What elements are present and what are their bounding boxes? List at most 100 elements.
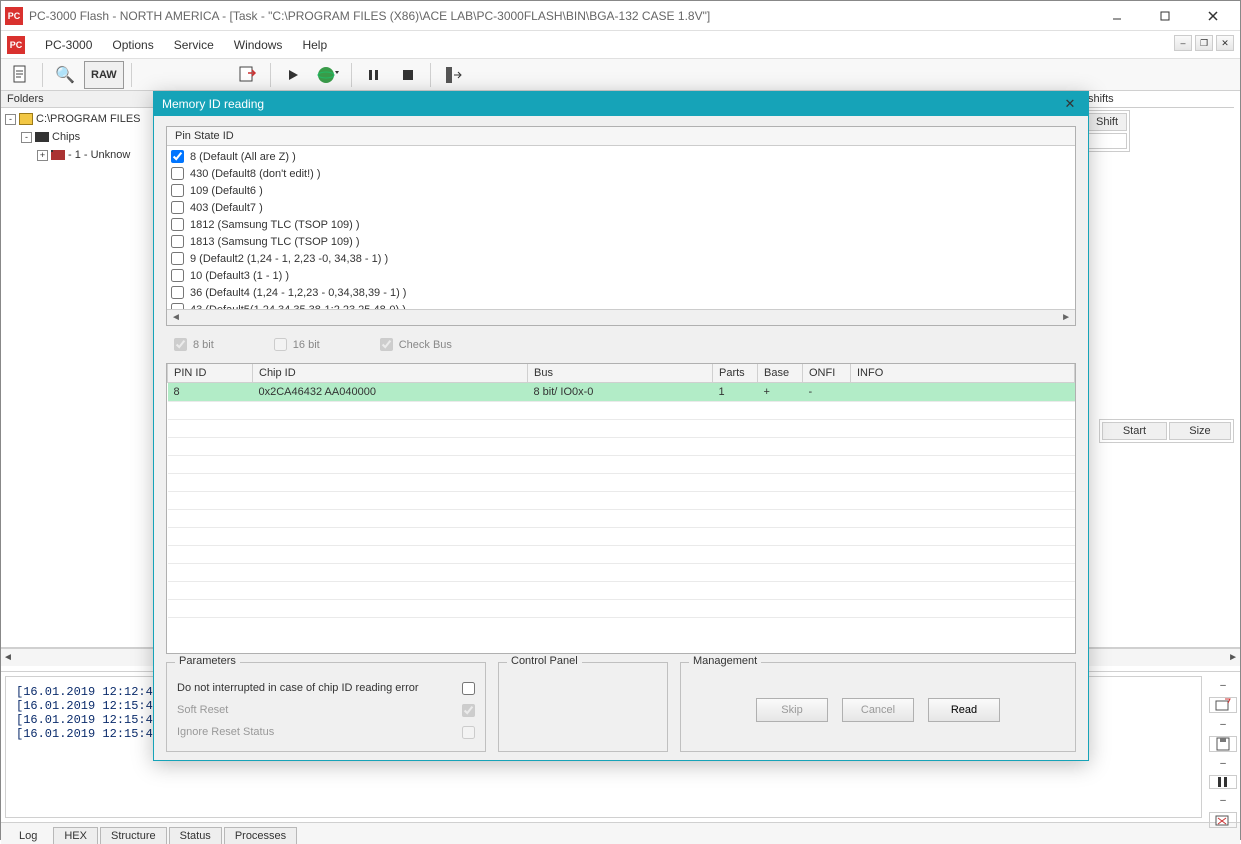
opt-checkbus-checkbox[interactable] [380, 338, 393, 351]
toolbar-play-button[interactable] [278, 61, 308, 89]
tab-structure[interactable]: Structure [100, 827, 167, 844]
pause-icon [1217, 776, 1229, 788]
pin-state-checkbox[interactable] [171, 150, 184, 163]
param-no-interrupt-checkbox[interactable] [462, 682, 475, 695]
chip-icon [35, 132, 49, 142]
folders-panel: Folders - C:\PROGRAM FILES - Chips + - 1… [1, 91, 161, 647]
shift-col[interactable]: Shift [1087, 113, 1127, 131]
folder-tree[interactable]: - C:\PROGRAM FILES - Chips + - 1 - Unkno… [1, 108, 160, 647]
cancel-button[interactable]: Cancel [842, 698, 914, 722]
col-pin[interactable]: PIN ID [168, 364, 253, 383]
col-chip[interactable]: Chip ID [253, 364, 528, 383]
log-save-button[interactable] [1209, 736, 1237, 752]
pin-state-checkbox[interactable] [171, 201, 184, 214]
toolbar-pause-button[interactable] [359, 61, 389, 89]
opt-8bit-checkbox[interactable] [174, 338, 187, 351]
pin-state-item[interactable]: 109 (Default6 ) [171, 182, 1071, 199]
log-pause-button[interactable] [1209, 775, 1237, 789]
toolbar-raw-button[interactable]: RAW [84, 61, 124, 89]
pin-state-item[interactable]: 9 (Default2 (1,24 - 1, 2,23 -0, 34,38 - … [171, 250, 1071, 267]
exit-icon [444, 65, 462, 85]
mdi-close-button[interactable]: ✕ [1216, 35, 1234, 51]
tree-root[interactable]: - C:\PROGRAM FILES [5, 110, 156, 128]
mdi-restore-button[interactable]: ❐ [1195, 35, 1213, 51]
opt-16bit[interactable]: 16 bit [274, 338, 320, 351]
pin-state-checkbox[interactable] [171, 218, 184, 231]
pin-state-item[interactable]: 403 (Default7 ) [171, 199, 1071, 216]
pin-state-checkbox[interactable] [171, 286, 184, 299]
pin-state-item[interactable]: 10 (Default3 (1 - 1) ) [171, 267, 1071, 284]
pin-state-item[interactable]: 36 (Default4 (1,24 - 1,2,23 - 0,34,38,39… [171, 284, 1071, 301]
col-bus[interactable]: Bus [528, 364, 713, 383]
toolbar-stop-button[interactable] [393, 61, 423, 89]
pin-state-item[interactable]: 430 (Default8 (don't edit!) ) [171, 165, 1071, 182]
log-clear-button[interactable] [1209, 812, 1237, 828]
menu-options[interactable]: Options [102, 34, 163, 56]
pin-state-checkbox[interactable] [171, 235, 184, 248]
toolbar: 🔍 RAW [1, 59, 1240, 91]
table-row[interactable]: 8 0x2CA46432 AA040000 8 bit/ IO0x-0 1 + … [168, 383, 1075, 402]
opt-checkbus[interactable]: Check Bus [380, 338, 452, 351]
mdi-minimize-button[interactable]: ‒ [1174, 35, 1192, 51]
toolbar-binoculars-button[interactable]: 🔍 [50, 61, 80, 89]
col-info[interactable]: INFO [851, 364, 1075, 383]
param-soft-reset-label: Soft Reset [177, 704, 228, 716]
pin-state-item[interactable]: 1812 (Samsung TLC (TSOP 109) ) [171, 216, 1071, 233]
tree-chips[interactable]: - Chips [5, 128, 156, 146]
pin-state-list: Pin State ID 8 (Default (All are Z) )430… [166, 126, 1076, 326]
start-col[interactable]: Start [1102, 422, 1167, 440]
tree-node-1[interactable]: + - 1 - Unknow [5, 146, 156, 164]
tab-log[interactable]: Log [9, 828, 51, 844]
maximize-button[interactable] [1142, 2, 1188, 30]
chip-id-table[interactable]: PIN ID Chip ID Bus Parts Base ONFI INFO … [166, 363, 1076, 654]
pin-state-items[interactable]: 8 (Default (All are Z) )430 (Default8 (d… [167, 146, 1075, 309]
tree-collapse-icon[interactable]: - [21, 132, 32, 143]
pin-state-label: 109 (Default6 ) [190, 185, 263, 197]
col-onfi[interactable]: ONFI [803, 364, 851, 383]
dialog-titlebar[interactable]: Memory ID reading ✕ [154, 92, 1088, 116]
folders-title: Folders [1, 91, 160, 108]
dialog-close-button[interactable]: ✕ [1060, 94, 1080, 114]
param-soft-reset-checkbox[interactable] [462, 704, 475, 717]
stop-icon [401, 68, 415, 82]
close-button[interactable] [1190, 2, 1236, 30]
menu-service[interactable]: Service [164, 34, 224, 56]
toolbar-document-button[interactable] [5, 61, 35, 89]
chip-icon [51, 150, 65, 160]
menu-windows[interactable]: Windows [224, 34, 293, 56]
opt-8bit[interactable]: 8 bit [174, 338, 214, 351]
pin-state-item[interactable]: 1813 (Samsung TLC (TSOP 109) ) [171, 233, 1071, 250]
globe-icon [317, 65, 339, 85]
col-parts[interactable]: Parts [713, 364, 758, 383]
tab-processes[interactable]: Processes [224, 827, 297, 844]
bottom-tabs: Log HEX Structure Status Processes [1, 822, 1240, 844]
pin-state-header[interactable]: Pin State ID [167, 127, 1075, 146]
skip-button[interactable]: Skip [756, 698, 828, 722]
log-open-button[interactable] [1209, 697, 1237, 713]
minimize-button[interactable] [1094, 2, 1140, 30]
open-icon [1215, 698, 1231, 712]
pin-state-checkbox[interactable] [171, 184, 184, 197]
tab-status[interactable]: Status [169, 827, 222, 844]
tree-collapse-icon[interactable]: - [5, 114, 16, 125]
size-col[interactable]: Size [1169, 422, 1231, 440]
menu-pc3000[interactable]: PC-3000 [35, 34, 102, 56]
pin-state-item[interactable]: 43 (Default5(1,24,34,35,38-1;2,23,25,48-… [171, 301, 1071, 309]
menu-help[interactable]: Help [292, 34, 337, 56]
pin-state-checkbox[interactable] [171, 269, 184, 282]
tree-expand-icon[interactable]: + [37, 150, 48, 161]
toolbar-export-button[interactable] [233, 61, 263, 89]
read-button[interactable]: Read [928, 698, 1000, 722]
pin-state-checkbox[interactable] [171, 252, 184, 265]
col-base[interactable]: Base [758, 364, 803, 383]
opt-16bit-checkbox[interactable] [274, 338, 287, 351]
h-scrollbar[interactable]: ◄► [167, 309, 1075, 325]
toolbar-globe-button[interactable] [312, 61, 344, 89]
toolbar-exit-button[interactable] [438, 61, 468, 89]
management-title: Management [689, 655, 761, 667]
tab-hex[interactable]: HEX [53, 827, 98, 844]
pin-state-item[interactable]: 8 (Default (All are Z) ) [171, 148, 1071, 165]
pin-state-checkbox[interactable] [171, 167, 184, 180]
management-group: Management Skip Cancel Read [680, 662, 1076, 752]
param-ignore-reset-checkbox[interactable] [462, 726, 475, 739]
